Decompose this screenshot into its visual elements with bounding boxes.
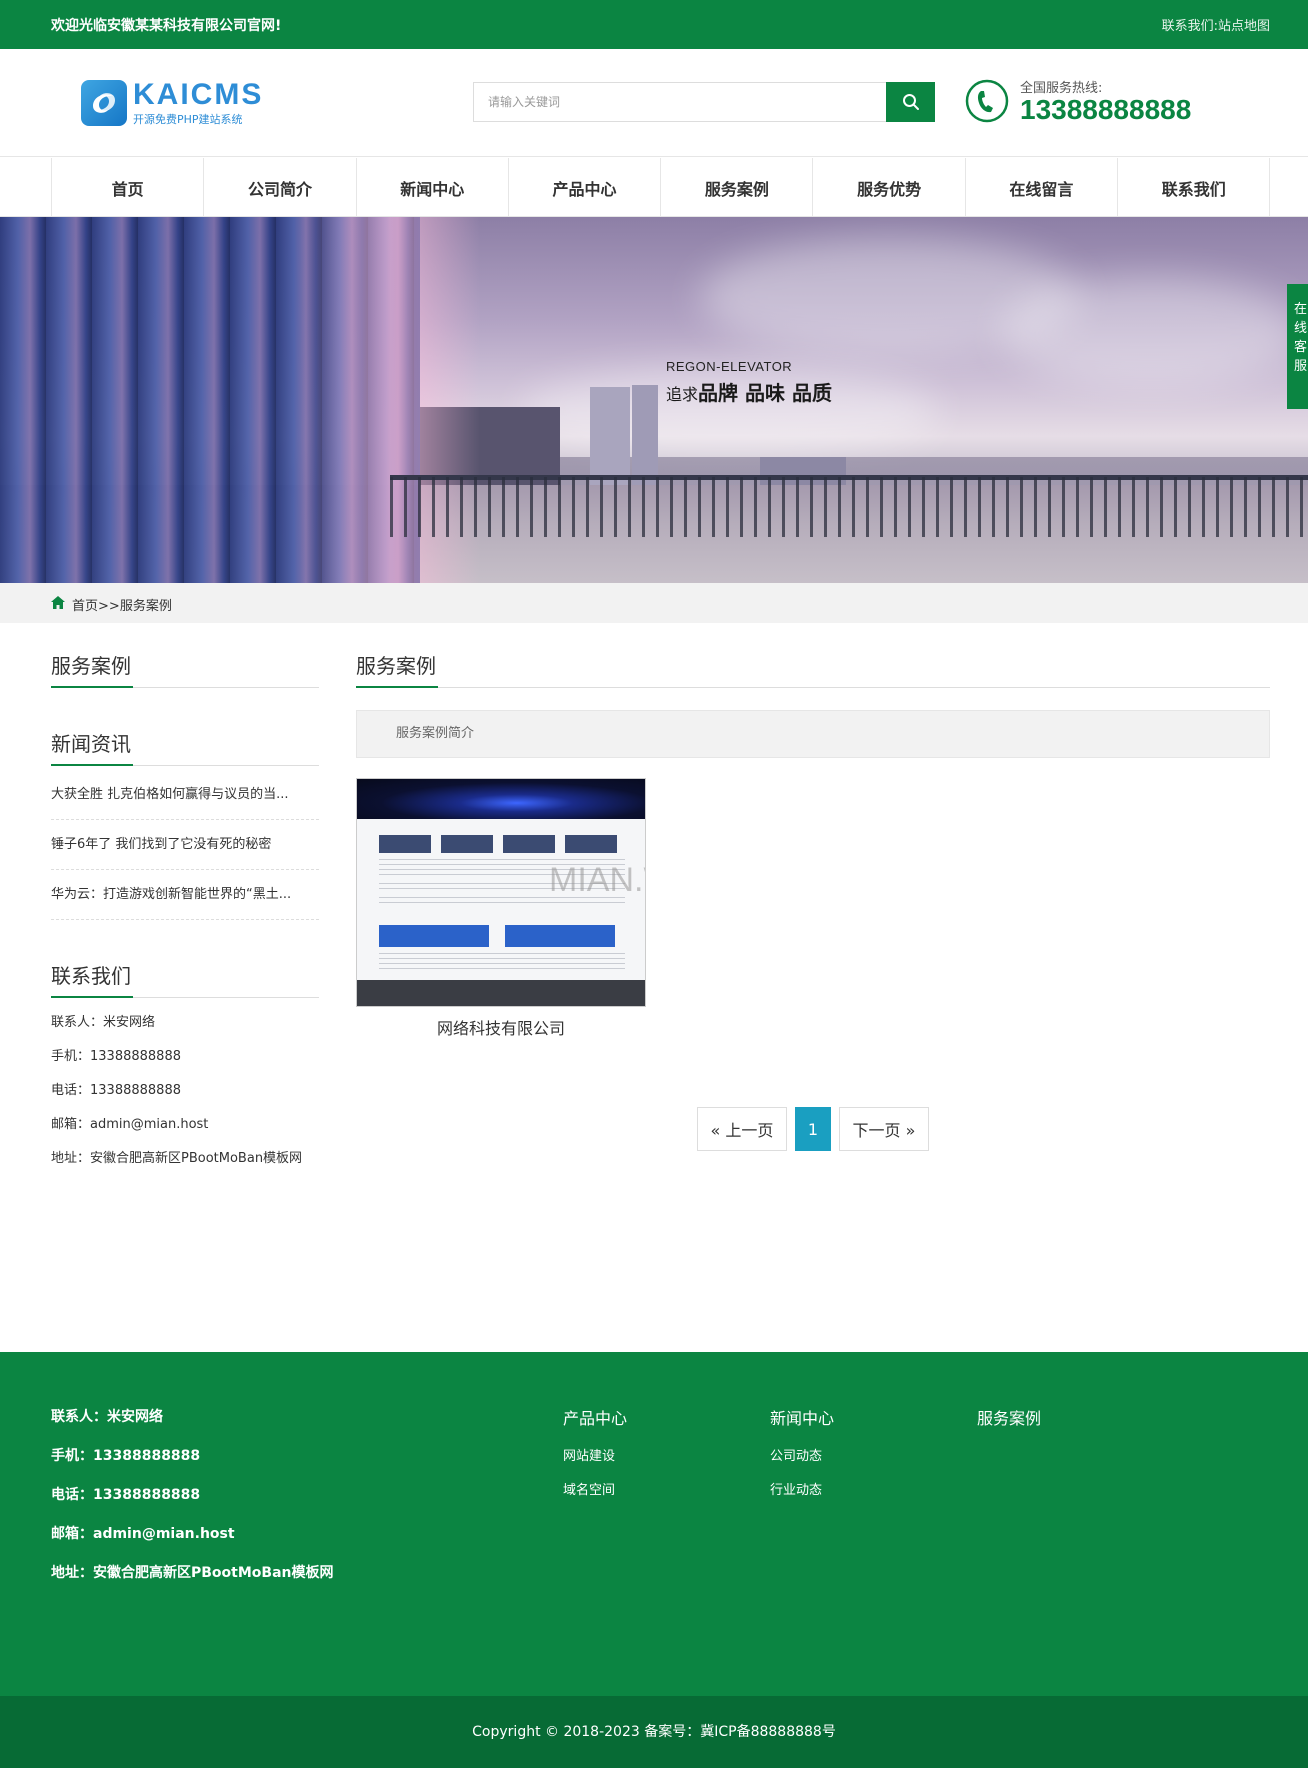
breadcrumb-separator: >> <box>98 599 120 614</box>
online-service-tab[interactable]: 在线客服« <box>1287 284 1308 409</box>
case-card[interactable]: MIAN.WORK 网络科技有限公司 <box>356 778 646 1039</box>
breadcrumb: 首页>>服务案例 <box>0 583 1308 623</box>
footer-col-title[interactable]: 新闻中心 <box>770 1405 834 1429</box>
contact-person: 联系人：米安网络 <box>51 1015 156 1030</box>
nav-item-advantages[interactable]: 服务优势 <box>813 158 966 217</box>
banner-railing <box>390 477 1308 537</box>
prev-page-button[interactable]: « 上一页 <box>697 1107 787 1151</box>
case-caption[interactable]: 网络科技有限公司 <box>356 1015 646 1039</box>
home-icon <box>51 596 65 609</box>
nav-item-cases[interactable]: 服务案例 <box>661 158 814 217</box>
logo-tagline: 开源免费PHP建站系统 <box>133 113 243 126</box>
footer-contact-phone: 电话：13388888888 <box>51 1487 201 1503</box>
footer-contact-person: 联系人：米安网络 <box>51 1409 163 1425</box>
footer-contact-email: 邮箱：admin@mian.host <box>51 1526 235 1542</box>
footer-contact-mobile: 手机：13388888888 <box>51 1448 201 1464</box>
logo[interactable]: KAICMS 开源免费PHP建站系统 <box>81 78 261 128</box>
footer-col-products: 产品中心 网站建设 域名空间 <box>563 1405 627 1513</box>
nav-item-about[interactable]: 公司简介 <box>204 158 357 217</box>
contact-us-link[interactable]: 联系我们 <box>1162 19 1214 34</box>
footer-col-cases: 服务案例 <box>977 1405 1041 1445</box>
footer-col-news: 新闻中心 公司动态 行业动态 <box>770 1405 834 1513</box>
search-button[interactable] <box>886 82 935 122</box>
page-title: 服务案例 <box>356 650 1270 688</box>
hero-banner: REGON-ELEVATOR 追求品牌 品味 品质 <box>0 217 1308 583</box>
phone-icon <box>965 79 1009 123</box>
footer-link[interactable]: 行业动态 <box>770 1479 834 1513</box>
footer-contact-address: 地址：安徽合肥高新区PBootMoBan模板网 <box>51 1565 334 1581</box>
banner-tag-cn-prefix: 追求 <box>666 385 699 404</box>
footer-link[interactable]: 域名空间 <box>563 1479 627 1513</box>
search-bar <box>473 82 935 122</box>
contact-phone: 电话：13388888888 <box>51 1083 181 1098</box>
header: KAICMS 开源免费PHP建站系统 全国服务热线: 13388888888 <box>0 49 1308 157</box>
pagination: « 上一页 1 下一页 » <box>697 1107 937 1151</box>
nav-item-contact[interactable]: 联系我们 <box>1118 158 1271 217</box>
nav-item-news[interactable]: 新闻中心 <box>357 158 509 217</box>
banner-tag-cn-main: 品牌 品味 品质 <box>698 381 832 405</box>
hotline-number: 13388888888 <box>1020 94 1192 125</box>
page-1-button[interactable]: 1 <box>795 1107 831 1151</box>
footer: 联系人：米安网络 手机：13388888888 电话：13388888888 邮… <box>0 1352 1308 1696</box>
news-item[interactable]: 大获全胜 扎克伯格如何赢得与议员的当... <box>51 770 319 820</box>
main-nav: 首页 公司简介 新闻中心 产品中心 服务案例 服务优势 在线留言 联系我们 <box>0 158 1308 217</box>
search-icon <box>902 94 919 110</box>
banner-tag-cn: 追求品牌 品味 品质 <box>666 377 832 406</box>
logo-mark-icon <box>81 80 127 126</box>
top-bar: 欢迎光临安徽某某科技有限公司官网! 联系我们:站点地图 <box>0 0 1308 49</box>
footer-link[interactable]: 公司动态 <box>770 1445 834 1479</box>
footer-col-title[interactable]: 产品中心 <box>563 1405 627 1429</box>
sidebar-contact-title: 联系我们 <box>51 960 319 998</box>
category-intro: 服务案例简介 <box>356 710 1270 758</box>
footer-col-title[interactable]: 服务案例 <box>977 1405 1041 1429</box>
sidebar: 服务案例 新闻资讯 大获全胜 扎克伯格如何赢得与议员的当... 锤子6年了 我们… <box>51 650 319 1176</box>
case-watermark: MIAN.WORK <box>549 861 645 899</box>
breadcrumb-home[interactable]: 首页 <box>72 599 98 614</box>
top-links: 联系我们:站点地图 <box>1162 15 1270 34</box>
nav-item-message[interactable]: 在线留言 <box>966 158 1119 217</box>
logo-brand: KAICMS <box>133 78 264 111</box>
copyright: Copyright © 2018-2023 备案号：冀ICP备88888888号 <box>0 1696 1308 1768</box>
sidebar-section-title[interactable]: 服务案例 <box>51 650 319 688</box>
sidebar-news-title: 新闻资讯 <box>51 728 319 766</box>
sidebar-contact-list: 联系人：米安网络 手机：13388888888 电话：13388888888 邮… <box>51 1006 319 1176</box>
case-thumbnail[interactable]: MIAN.WORK <box>356 778 646 1007</box>
contact-email: 邮箱：admin@mian.host <box>51 1117 209 1132</box>
sitemap-link[interactable]: 站点地图 <box>1218 19 1270 34</box>
welcome-text: 欢迎光临安徽某某科技有限公司官网! <box>51 18 282 34</box>
banner-tag-en: REGON-ELEVATOR <box>666 359 793 374</box>
search-input[interactable] <box>473 82 887 122</box>
nav-item-products[interactable]: 产品中心 <box>509 158 662 217</box>
news-item[interactable]: 锤子6年了 我们找到了它没有死的秘密 <box>51 820 319 870</box>
next-page-button[interactable]: 下一页 » <box>839 1107 929 1151</box>
contact-address: 地址：安徽合肥高新区PBootMoBan模板网 <box>51 1151 303 1166</box>
contact-mobile: 手机：13388888888 <box>51 1049 181 1064</box>
news-item[interactable]: 华为云：打造游戏创新智能世界的“黑土... <box>51 870 319 920</box>
footer-link[interactable]: 网站建设 <box>563 1445 627 1479</box>
sidebar-news-list: 大获全胜 扎克伯格如何赢得与议员的当... 锤子6年了 我们找到了它没有死的秘密… <box>51 770 319 920</box>
breadcrumb-current[interactable]: 服务案例 <box>120 599 172 614</box>
footer-contact: 联系人：米安网络 手机：13388888888 电话：13388888888 邮… <box>51 1406 334 1601</box>
hotline: 全国服务热线: 13388888888 <box>965 75 1205 125</box>
main-content: 服务案例 服务案例简介 MIAN.WORK 网络科技有限公司 « 上一页 1 下… <box>356 650 1270 1151</box>
nav-item-home[interactable]: 首页 <box>52 158 205 217</box>
